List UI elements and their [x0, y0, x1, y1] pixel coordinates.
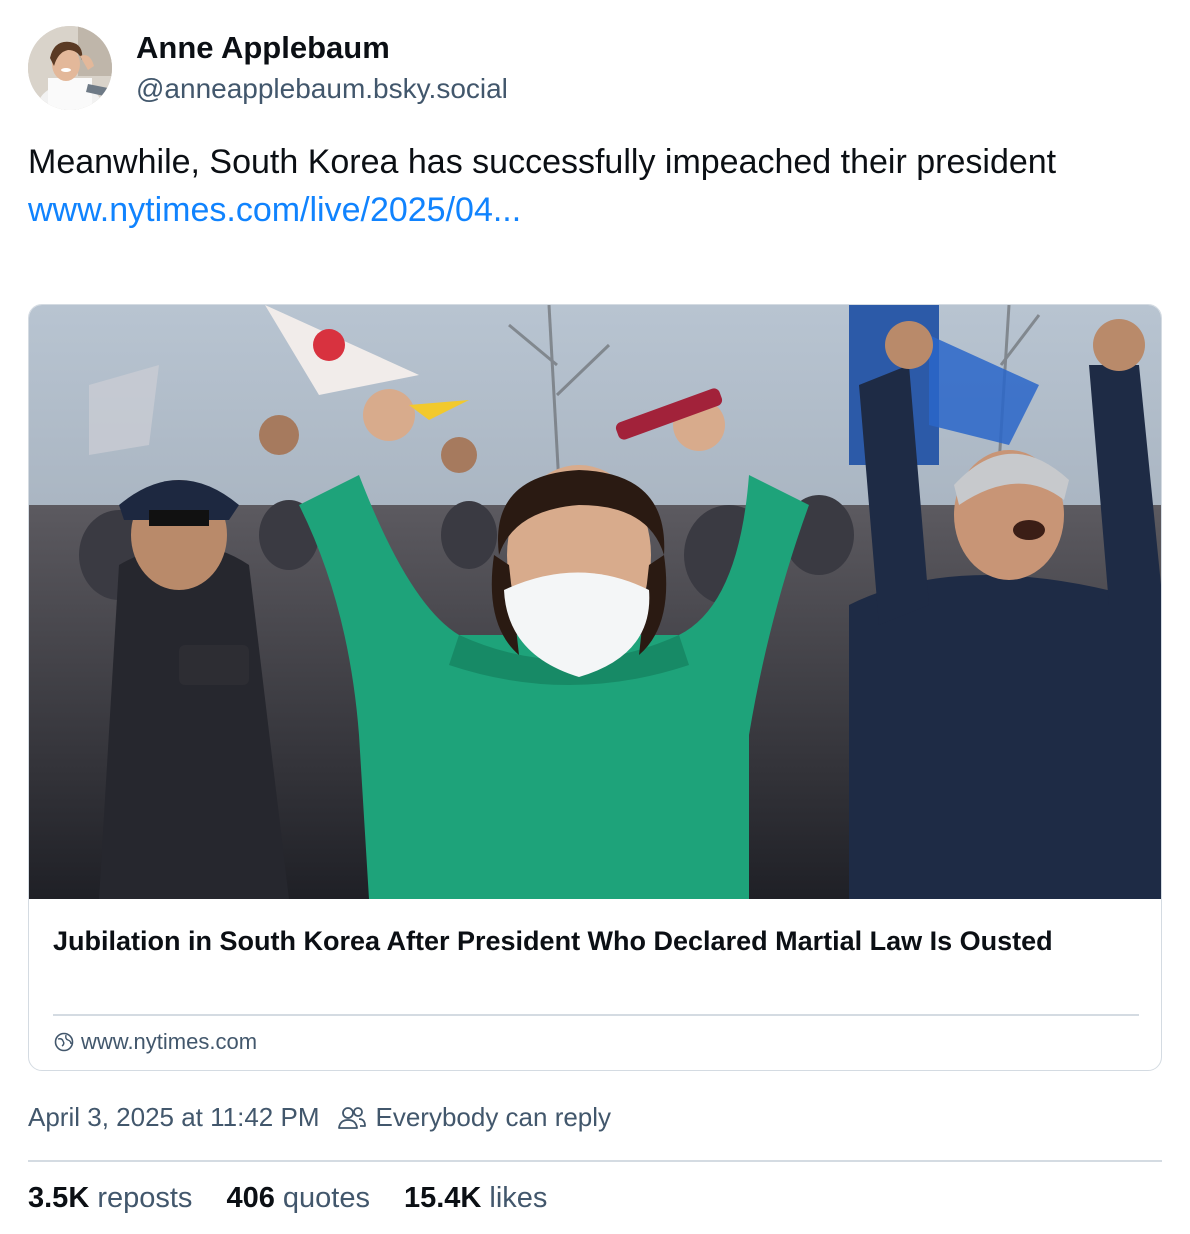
post-text: Meanwhile, South Korea has successfully … — [28, 143, 1057, 181]
reply-setting-label: Everybody can reply — [375, 1102, 612, 1132]
post-meta: April 3, 2025 at 11:42 PM Everybody can … — [28, 1102, 611, 1133]
likes-stat[interactable]: 15.4K likes — [404, 1182, 547, 1215]
author-display-name[interactable]: Anne Applebaum — [136, 29, 508, 67]
likes-count: 15.4K — [403, 1182, 482, 1214]
embed-domain-row: www.nytimes.com — [53, 1029, 257, 1055]
embed-domain: www.nytimes.com — [81, 1029, 258, 1054]
author-handle[interactable]: @anneapplebaum.bsky.social — [136, 71, 508, 107]
quotes-stat[interactable]: 406 quotes — [226, 1182, 370, 1215]
avatar-image — [28, 26, 112, 110]
quotes-count: 406 — [226, 1182, 275, 1214]
post-header: Anne Applebaum @anneapplebaum.bsky.socia… — [28, 26, 508, 110]
post: Anne Applebaum @anneapplebaum.bsky.socia… — [0, 0, 1190, 1234]
post-stats: 3.5K reposts 406 quotes 15.4K likes — [28, 1182, 581, 1215]
embed-image — [29, 305, 1161, 899]
link-embed-card[interactable]: Jubilation in South Korea After Presiden… — [28, 304, 1162, 1071]
reposts-stat[interactable]: 3.5K reposts — [28, 1182, 192, 1215]
reposts-label: reposts — [97, 1182, 193, 1214]
post-body: Meanwhile, South Korea has successfully … — [28, 138, 1148, 234]
reply-setting[interactable]: Everybody can reply — [337, 1102, 611, 1133]
embed-body: Jubilation in South Korea After Presiden… — [29, 899, 1161, 1070]
embed-title: Jubilation in South Korea After Presiden… — [53, 926, 1053, 956]
stats-divider — [28, 1160, 1162, 1162]
likes-label: likes — [489, 1182, 548, 1214]
post-link[interactable]: www.nytimes.com/live/2025/04... — [28, 186, 1148, 234]
globe-icon — [54, 1032, 74, 1052]
reposts-count: 3.5K — [28, 1182, 90, 1214]
author-names: Anne Applebaum @anneapplebaum.bsky.socia… — [136, 29, 508, 107]
post-timestamp[interactable]: April 3, 2025 at 11:42 PM — [28, 1102, 319, 1133]
avatar[interactable] — [28, 26, 112, 110]
embed-divider — [53, 1014, 1139, 1016]
people-icon — [338, 1106, 367, 1129]
quotes-label: quotes — [282, 1182, 370, 1214]
